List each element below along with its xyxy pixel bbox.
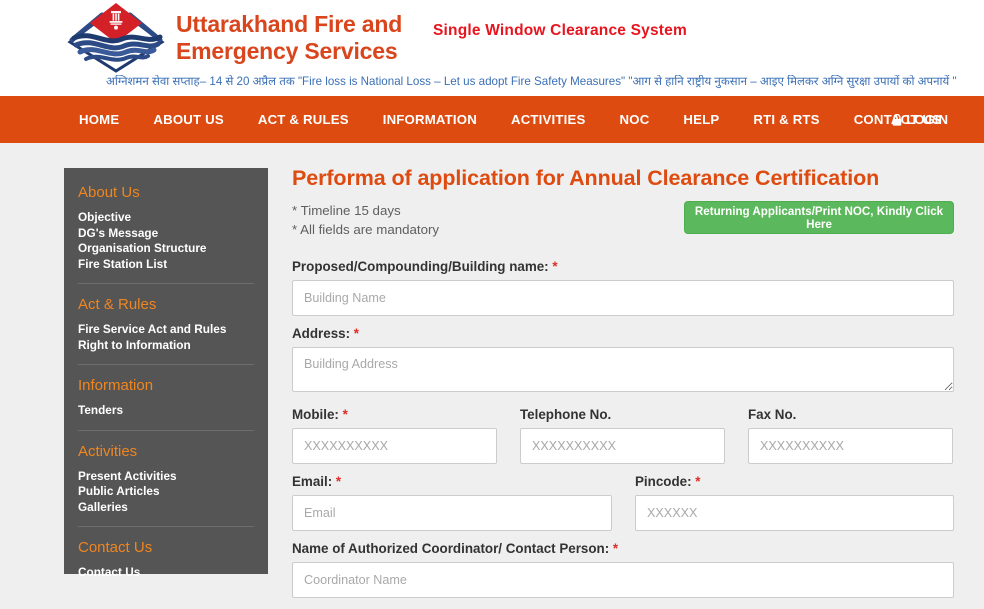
label-address-text: Address: [292, 326, 350, 341]
sidebar-heading-contact-us[interactable]: Contact Us [78, 537, 254, 558]
sidebar: About Us Objective DG's Message Organisa… [64, 168, 268, 574]
nav-item-noc[interactable]: NOC [603, 112, 667, 127]
page-title: Performa of application for Annual Clear… [292, 165, 954, 191]
login-label: LOGIN [906, 112, 948, 127]
sidebar-item-fire-service-act-and-rules[interactable]: Fire Service Act and Rules [78, 322, 254, 338]
notes-row: * Timeline 15 days * All fields are mand… [292, 201, 954, 249]
fire-services-emblem-logo [62, 2, 170, 74]
label-pincode: Pincode: * [635, 473, 954, 490]
login-button[interactable]: LOGIN [892, 112, 948, 127]
required-marker: * [613, 541, 618, 556]
nav-item-home[interactable]: HOME [62, 112, 136, 127]
label-coordinator: Name of Authorized Coordinator/ Contact … [292, 540, 954, 557]
sidebar-group-act-and-rules: Act & Rules Fire Service Act and Rules R… [78, 294, 254, 353]
coordinator-input[interactable] [292, 562, 954, 598]
label-building-name: Proposed/Compounding/Building name: * [292, 258, 954, 275]
sidebar-item-dgs-message[interactable]: DG's Message [78, 226, 254, 242]
sidebar-heading-activities[interactable]: Activities [78, 441, 254, 462]
label-email-text: Email: [292, 474, 332, 489]
label-building-name-text: Proposed/Compounding/Building name: [292, 259, 549, 274]
sidebar-item-right-to-information[interactable]: Right to Information [78, 338, 254, 354]
nav-item-rti-and-rts[interactable]: RTI & RTS [736, 112, 836, 127]
nav-item-act-and-rules[interactable]: ACT & RULES [241, 112, 366, 127]
required-marker: * [343, 407, 348, 422]
sidebar-group-about-us: About Us Objective DG's Message Organisa… [78, 182, 254, 272]
lock-icon [892, 114, 902, 126]
announcement-marquee: अग्निशमन सेवा सप्ताह– 14 से 20 अप्रैल तक… [106, 75, 984, 89]
nav-item-about-us[interactable]: ABOUT US [136, 112, 240, 127]
system-name: Single Window Clearance System [433, 22, 687, 40]
sidebar-heading-information[interactable]: Information [78, 375, 254, 396]
nav-item-activities[interactable]: ACTIVITIES [494, 112, 603, 127]
application-form: Performa of application for Annual Clear… [292, 165, 954, 598]
mobile-input[interactable] [292, 428, 497, 464]
label-coordinator-text: Name of Authorized Coordinator/ Contact … [292, 541, 609, 556]
nav-item-help[interactable]: HELP [666, 112, 736, 127]
fax-field-group: Fax No. [748, 397, 953, 464]
telephone-field-group: Telephone No. [520, 397, 725, 464]
sidebar-item-fire-station-list[interactable]: Fire Station List [78, 257, 254, 273]
sidebar-divider [78, 526, 254, 527]
email-input[interactable] [292, 495, 612, 531]
pincode-field-group: Pincode: * [635, 464, 954, 531]
label-mobile-text: Mobile: [292, 407, 339, 422]
sidebar-divider [78, 364, 254, 365]
sidebar-group-activities: Activities Present Activities Public Art… [78, 441, 254, 516]
org-name: Uttarakhand Fire and Emergency Services [176, 11, 402, 65]
label-fax: Fax No. [748, 406, 953, 423]
pincode-input[interactable] [635, 495, 954, 531]
sidebar-item-contact-us[interactable]: Contact Us [78, 565, 254, 581]
building-name-input[interactable] [292, 280, 954, 316]
page-body: About Us Objective DG's Message Organisa… [0, 143, 984, 609]
email-pincode-row: Email: * Pincode: * [292, 464, 954, 531]
mobile-field-group: Mobile: * [292, 397, 497, 464]
label-fax-text: Fax No. [748, 407, 796, 422]
sidebar-item-public-articles[interactable]: Public Articles [78, 484, 254, 500]
sidebar-divider [78, 283, 254, 284]
sidebar-group-information: Information Tenders [78, 375, 254, 419]
main-navigation: HOME ABOUT US ACT & RULES INFORMATION AC… [0, 96, 984, 143]
sidebar-heading-about-us[interactable]: About Us [78, 182, 254, 203]
sidebar-heading-act-and-rules[interactable]: Act & Rules [78, 294, 254, 315]
sidebar-item-objective[interactable]: Objective [78, 210, 254, 226]
label-email: Email: * [292, 473, 612, 490]
site-header: Uttarakhand Fire and Emergency Services … [0, 0, 984, 96]
nav-item-information[interactable]: INFORMATION [366, 112, 494, 127]
nav-items: HOME ABOUT US ACT & RULES INFORMATION AC… [62, 112, 958, 127]
sidebar-group-contact-us: Contact Us Contact Us [78, 537, 254, 581]
required-marker: * [552, 259, 557, 274]
label-telephone: Telephone No. [520, 406, 725, 423]
address-textarea[interactable] [292, 347, 954, 392]
sidebar-item-present-activities[interactable]: Present Activities [78, 469, 254, 485]
label-mobile: Mobile: * [292, 406, 497, 423]
label-address: Address: * [292, 325, 954, 342]
sidebar-divider [78, 430, 254, 431]
sidebar-item-tenders[interactable]: Tenders [78, 403, 254, 419]
sidebar-item-organisation-structure[interactable]: Organisation Structure [78, 241, 254, 257]
telephone-input[interactable] [520, 428, 725, 464]
phone-row: Mobile: * Telephone No. Fax No. [292, 397, 954, 464]
email-field-group: Email: * [292, 464, 612, 531]
required-marker: * [354, 326, 359, 341]
fax-input[interactable] [748, 428, 953, 464]
label-telephone-text: Telephone No. [520, 407, 611, 422]
brand-block[interactable]: Uttarakhand Fire and Emergency Services [62, 2, 402, 74]
required-marker: * [336, 474, 341, 489]
sidebar-item-galleries[interactable]: Galleries [78, 500, 254, 516]
returning-applicants-button[interactable]: Returning Applicants/Print NOC, Kindly C… [684, 201, 954, 234]
label-pincode-text: Pincode: [635, 474, 692, 489]
required-marker: * [695, 474, 700, 489]
